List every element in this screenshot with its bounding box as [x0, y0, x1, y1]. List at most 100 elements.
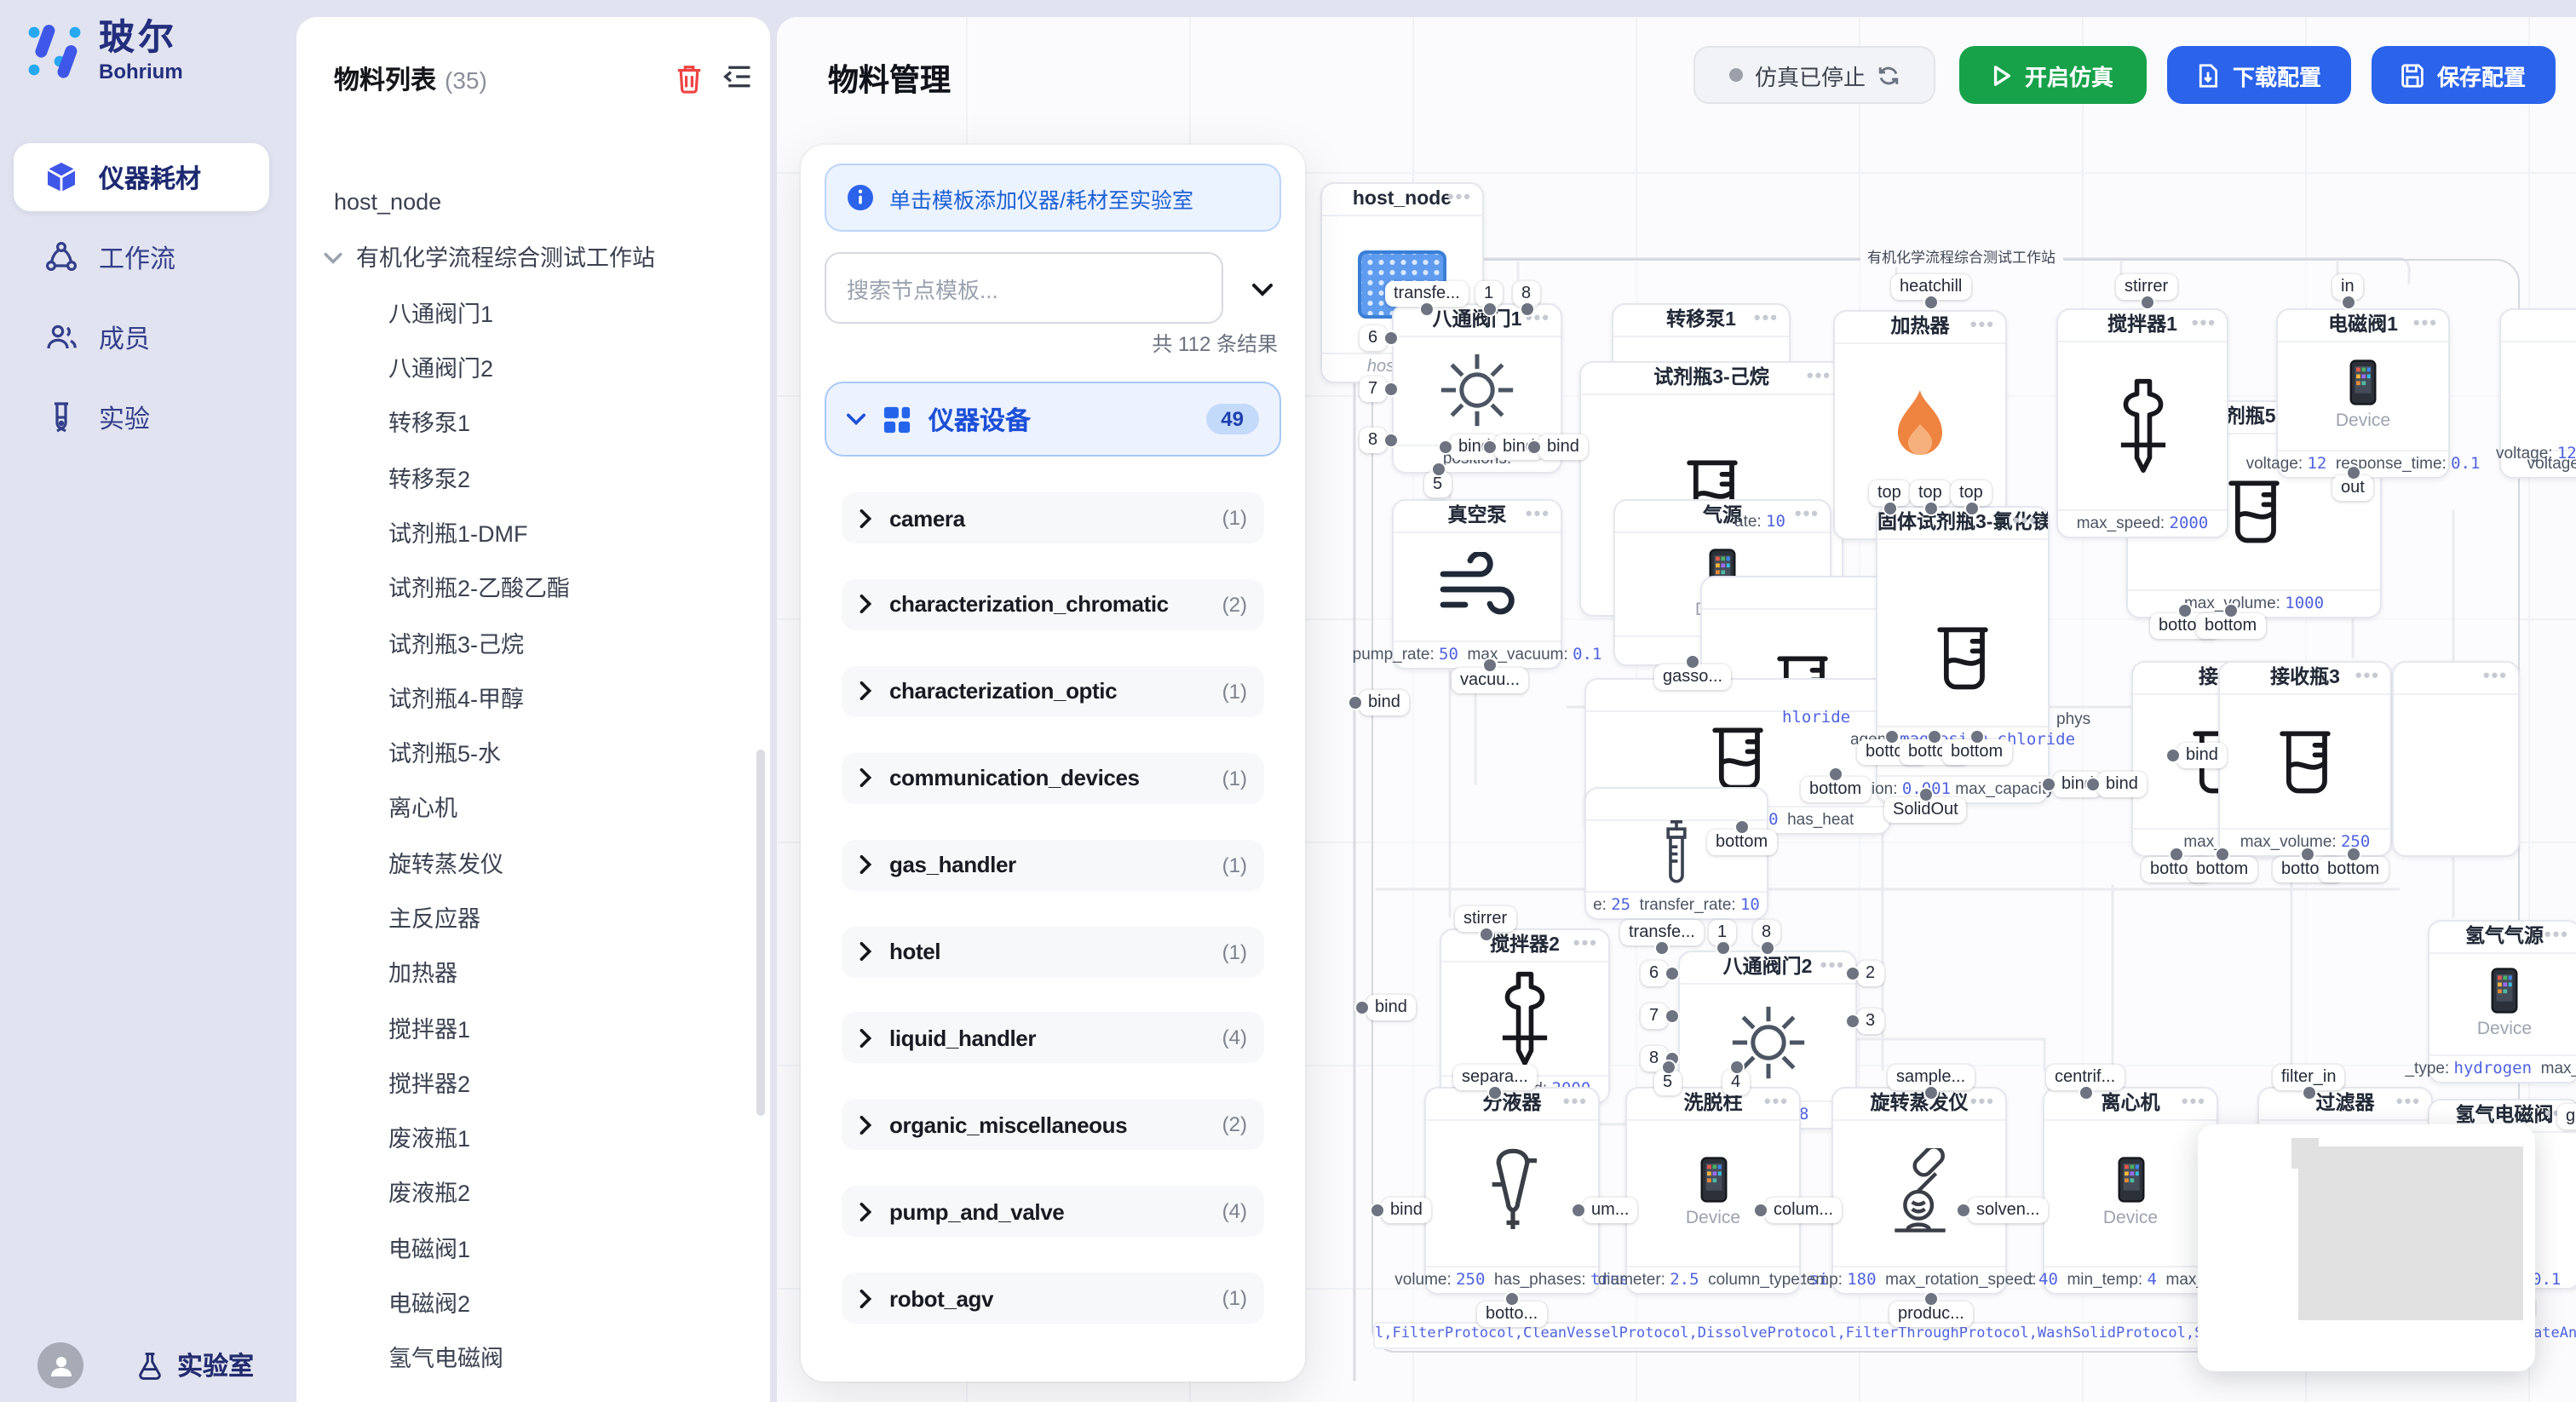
port-dot[interactable] — [2215, 847, 2230, 862]
port-chip-colum...[interactable]: colum... — [1765, 1198, 1842, 1223]
port-dot[interactable] — [2169, 847, 2184, 862]
port-dot[interactable] — [1845, 966, 1860, 981]
port-dot[interactable] — [1884, 729, 1900, 744]
port-dot[interactable] — [2078, 1085, 2093, 1100]
canvas-node-分液器[interactable]: 分液器••• volume: 250 has_phases: true — [1424, 1087, 1600, 1295]
port-dot[interactable] — [1969, 729, 1985, 744]
sim-status-pill[interactable]: 仿真已停止 — [1693, 46, 1935, 104]
template-group-hotel[interactable]: hotel (1) — [842, 926, 1264, 977]
port-dot[interactable] — [1482, 658, 1498, 673]
port-dot[interactable] — [1383, 433, 1399, 448]
port-dot[interactable] — [2223, 603, 2239, 618]
sidebar-item-1[interactable]: 工作流 — [14, 223, 269, 291]
port-chip-6[interactable]: 6 — [1641, 961, 1667, 986]
port-dot[interactable] — [1734, 819, 1750, 835]
node-menu-icon[interactable]: ••• — [1820, 952, 1845, 981]
template-group-communication_devices[interactable]: communication_devices (1) — [842, 752, 1264, 803]
template-group-pump_and_valve[interactable]: pump_and_valve (4) — [842, 1186, 1264, 1237]
node-menu-icon[interactable]: ••• — [1807, 363, 1831, 392]
port-dot[interactable] — [1438, 440, 1453, 455]
tree-item[interactable]: 搅拌器1 — [296, 999, 760, 1054]
port-dot[interactable] — [1759, 940, 1774, 956]
canvas-node-离心机[interactable]: 离心机••• Device : 40 min_temp: 4 max_spe — [2043, 1087, 2218, 1295]
port-dot[interactable] — [1665, 1008, 1680, 1024]
port-chip-8[interactable]: 8 — [1360, 428, 1386, 453]
port-dot[interactable] — [1685, 654, 1700, 669]
canvas-node-旋转蒸发仪[interactable]: 旋转蒸发仪••• temp: 180 max_rotation_speed: — [1831, 1087, 2007, 1295]
tree-group[interactable]: 有机化学流程综合测试工作站 — [296, 229, 760, 284]
port-chip-gasso...[interactable]: gasso... — [2557, 1104, 2576, 1129]
port-dot[interactable] — [1487, 1085, 1503, 1100]
node-menu-icon[interactable]: ••• — [2483, 663, 2508, 692]
tree-item[interactable]: 转移泵2 — [296, 449, 760, 504]
port-dot[interactable] — [1419, 302, 1435, 317]
port-dot[interactable] — [2345, 465, 2360, 480]
sidebar-item-3[interactable]: 实验 — [14, 383, 269, 451]
save-config-button[interactable]: 保存配置 — [2372, 46, 2556, 104]
tree-item[interactable]: 加热器 — [296, 944, 760, 999]
port-dot[interactable] — [1430, 462, 1446, 477]
port-chip-6[interactable]: 6 — [1360, 325, 1386, 351]
port-chip-bind[interactable]: bind — [1366, 995, 1416, 1020]
tree-item[interactable]: 废液瓶1 — [296, 1109, 760, 1164]
template-group-gas_handler[interactable]: gas_handler (1) — [842, 839, 1264, 890]
port-dot[interactable] — [1348, 695, 1363, 710]
tree-item[interactable]: 八通阀门2 — [296, 339, 760, 394]
tree-item[interactable]: 电磁阀1 — [296, 1219, 760, 1274]
node-menu-icon[interactable]: ••• — [1795, 501, 1820, 530]
port-dot[interactable] — [1481, 302, 1497, 317]
download-config-button[interactable]: 下载配置 — [2167, 46, 2351, 104]
node-menu-icon[interactable]: ••• — [1764, 1089, 1789, 1118]
port-dot[interactable] — [1728, 1060, 1744, 1075]
template-group-robot_agv[interactable]: robot_agv (1) — [842, 1273, 1264, 1324]
port-dot[interactable] — [1482, 440, 1498, 455]
port-dot[interactable] — [1383, 330, 1399, 346]
port-dot[interactable] — [1882, 501, 1897, 516]
port-chip-bind[interactable]: bind — [2177, 743, 2227, 768]
canvas-node-接收瓶3[interactable]: 接收瓶3••• max_volume: 250 — [2218, 661, 2392, 857]
template-group-liquid_handler[interactable]: liquid_handler (4) — [842, 1013, 1264, 1064]
node-menu-icon[interactable]: ••• — [2182, 1089, 2206, 1118]
port-dot[interactable] — [1383, 382, 1399, 397]
sidebar-item-lab[interactable]: 实验室 — [135, 1347, 254, 1383]
tree-item[interactable]: 八通阀门1 — [296, 284, 760, 339]
tree-item[interactable]: 试剂瓶5-水 — [296, 724, 760, 779]
node-menu-icon[interactable]: ••• — [1526, 501, 1550, 530]
port-dot[interactable] — [2139, 295, 2154, 310]
canvas-node-氢气气源[interactable]: 氢气气源••• Device _type: hydrogen max_pre — [2428, 920, 2576, 1083]
node-menu-icon[interactable]: ••• — [1563, 1089, 1588, 1118]
port-chip-um...[interactable]: um... — [1583, 1198, 1637, 1223]
port-dot[interactable] — [1354, 1000, 1370, 1015]
node-menu-icon[interactable]: ••• — [1573, 930, 1598, 959]
port-dot[interactable] — [1665, 966, 1680, 981]
sidebar-item-0[interactable]: 仪器耗材 — [14, 143, 269, 211]
template-group-camera[interactable]: camera (1) — [842, 492, 1264, 543]
port-dot[interactable] — [1370, 1203, 1385, 1218]
port-dot[interactable] — [1927, 729, 1942, 744]
port-chip-solven...[interactable]: solven... — [1968, 1198, 2049, 1223]
sidebar-item-2[interactable]: 成员 — [14, 303, 269, 371]
search-input[interactable]: 搜索节点模板... — [825, 252, 1223, 324]
tree-item[interactable]: 旋转蒸发仪 — [296, 834, 760, 889]
scrollbar[interactable] — [756, 750, 765, 1116]
port-dot[interactable] — [1923, 501, 1938, 516]
node-menu-icon[interactable]: ••• — [2396, 1089, 2421, 1118]
port-dot[interactable] — [1964, 501, 1979, 516]
tree-item[interactable]: 试剂瓶3-己烷 — [296, 614, 760, 669]
node-menu-icon[interactable]: ••• — [2544, 922, 2569, 951]
tree-item[interactable]: 转移泵1 — [296, 394, 760, 449]
port-chip-bind[interactable]: bind — [1538, 434, 1588, 460]
port-dot[interactable] — [2041, 777, 2056, 792]
port-dot[interactable] — [2085, 777, 2101, 792]
tree-item[interactable]: 试剂瓶4-甲醇 — [296, 669, 760, 724]
port-dot[interactable] — [1519, 302, 1534, 317]
port-dot[interactable] — [2165, 748, 2181, 763]
port-dot[interactable] — [1828, 767, 1843, 782]
port-dot[interactable] — [1504, 1291, 1520, 1307]
chevron-down-icon[interactable] — [1244, 271, 1281, 308]
canvas-node-洗脱柱[interactable]: 洗脱柱••• Device diameter: 2.5 column_type:… — [1625, 1087, 1801, 1295]
port-dot[interactable] — [2301, 1085, 2316, 1100]
avatar[interactable] — [37, 1342, 83, 1388]
delete-icon[interactable] — [675, 63, 704, 102]
start-simulation-button[interactable]: 开启仿真 — [1959, 46, 2147, 104]
